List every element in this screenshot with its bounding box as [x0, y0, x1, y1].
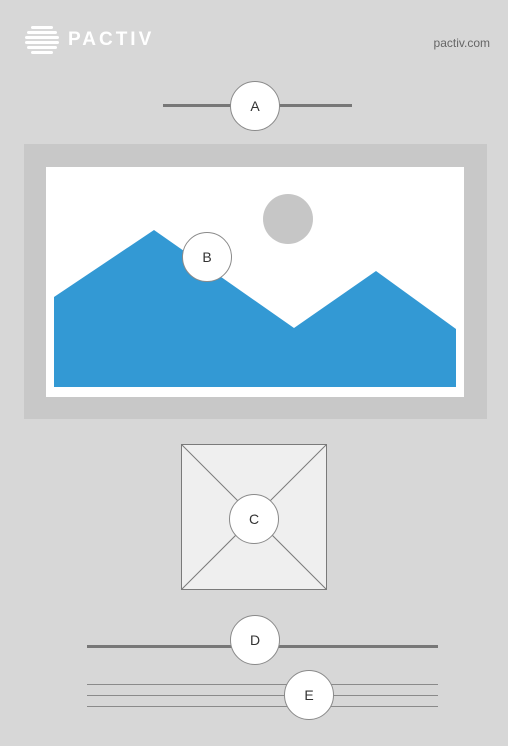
mountain-shape: [54, 230, 456, 387]
divider-e-line-1: [87, 684, 438, 685]
divider-e-line-3: [87, 706, 438, 707]
sun-icon: [263, 194, 313, 244]
site-url[interactable]: pactiv.com: [434, 36, 490, 50]
pactiv-logo-icon: [25, 26, 59, 54]
pactiv-logo[interactable]: PACTIV: [24, 24, 154, 56]
divider-e-line-2: [87, 695, 438, 696]
marker-d: D: [230, 615, 280, 665]
landscape-illustration: [54, 194, 456, 387]
marker-c: C: [229, 494, 279, 544]
marker-b: B: [182, 232, 232, 282]
image-placeholder: [46, 167, 464, 397]
marker-a: A: [230, 81, 280, 131]
marker-e: E: [284, 670, 334, 720]
image-frame: [24, 144, 487, 419]
brand-name: PACTIV: [68, 29, 155, 50]
